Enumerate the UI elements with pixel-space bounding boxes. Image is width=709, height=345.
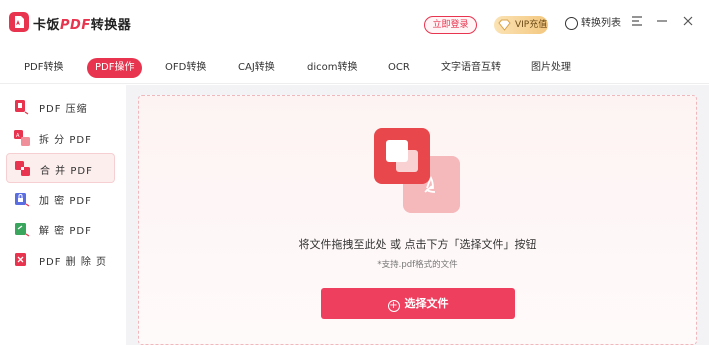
sidebar-item-label: 加 密 PDF [39, 196, 92, 207]
sidebar-item-compress[interactable]: PDF 压缩 [6, 92, 115, 122]
compress-icon [15, 100, 29, 115]
sidebar-item-encrypt[interactable]: 加 密 PDF [6, 184, 115, 214]
tab-text-speech[interactable]: 文字语音互转 [441, 58, 501, 78]
tab-dicom-convert[interactable]: dicom转换 [307, 58, 357, 78]
lock-icon [15, 193, 30, 207]
tab-pdf-convert[interactable]: PDF转换 [24, 58, 63, 78]
sidebar-item-split[interactable]: A 拆 分 PDF [6, 123, 115, 153]
clock-icon [565, 17, 578, 30]
minimize-icon[interactable] [655, 15, 669, 31]
tab-image-process[interactable]: 图片处理 [531, 58, 571, 78]
svg-text:A: A [16, 133, 20, 139]
sidebar: PDF 压缩 A 拆 分 PDF 合 并 PDF 加 密 PDF 解 密 PDF… [0, 85, 126, 345]
sidebar-item-label: 合 并 PDF [40, 166, 93, 177]
sidebar-item-decrypt[interactable]: 解 密 PDF [6, 214, 115, 244]
app-logo-icon [9, 12, 29, 32]
tab-pdf-operation[interactable]: PDF操作 [87, 58, 143, 78]
sidebar-item-label: 解 密 PDF [39, 226, 92, 237]
diamond-icon [498, 19, 511, 31]
sidebar-item-label: PDF 删 除 页 [39, 257, 108, 268]
delete-page-icon [15, 253, 26, 266]
menu-icon[interactable] [630, 15, 644, 31]
vip-recharge-button[interactable]: VIP充值 [494, 16, 548, 34]
function-tab-bar: PDF转换 PDF操作 OFD转换 CAJ转换 dicom转换 OCR 文字语音… [0, 50, 709, 84]
close-icon[interactable] [681, 15, 695, 31]
title-bar: 卡饭PDF转换器 立即登录 VIP充值 转换列表 [0, 0, 709, 50]
app-title-prefix: 卡饭 [33, 18, 61, 33]
select-file-label: 选择文件 [404, 297, 449, 310]
convert-list-button[interactable]: 转换列表 [565, 17, 621, 31]
merge-pdf-illustration-icon [374, 128, 460, 213]
sidebar-item-label: PDF 压缩 [39, 104, 88, 115]
convert-list-label: 转换列表 [581, 18, 621, 29]
sidebar-item-delete-page[interactable]: PDF 删 除 页 [6, 245, 115, 275]
app-title-pdf: PDF [60, 18, 91, 33]
sidebar-item-label: 拆 分 PDF [39, 135, 92, 146]
vip-label: VIP充值 [515, 20, 548, 30]
drop-hint: 将文件拖拽至此处 或 点击下方「选择文件」按钮 [298, 238, 537, 251]
login-button[interactable]: 立即登录 [424, 16, 477, 34]
merge-icon [15, 161, 30, 176]
supported-format-hint: *支持.pdf格式的文件 [377, 260, 458, 270]
tab-caj-convert[interactable]: CAJ转换 [238, 58, 275, 78]
app-title-suffix: 转换器 [90, 18, 132, 33]
tab-ofd-convert[interactable]: OFD转换 [165, 58, 206, 78]
select-file-button[interactable]: + 选择文件 [321, 288, 515, 319]
plus-icon: + [387, 300, 400, 312]
tab-ocr[interactable]: OCR [388, 58, 410, 78]
sidebar-item-merge[interactable]: 合 并 PDF [6, 153, 115, 183]
unlock-icon [15, 223, 30, 237]
split-icon: A [14, 130, 30, 146]
app-title: 卡饭PDF转换器 [33, 14, 131, 33]
